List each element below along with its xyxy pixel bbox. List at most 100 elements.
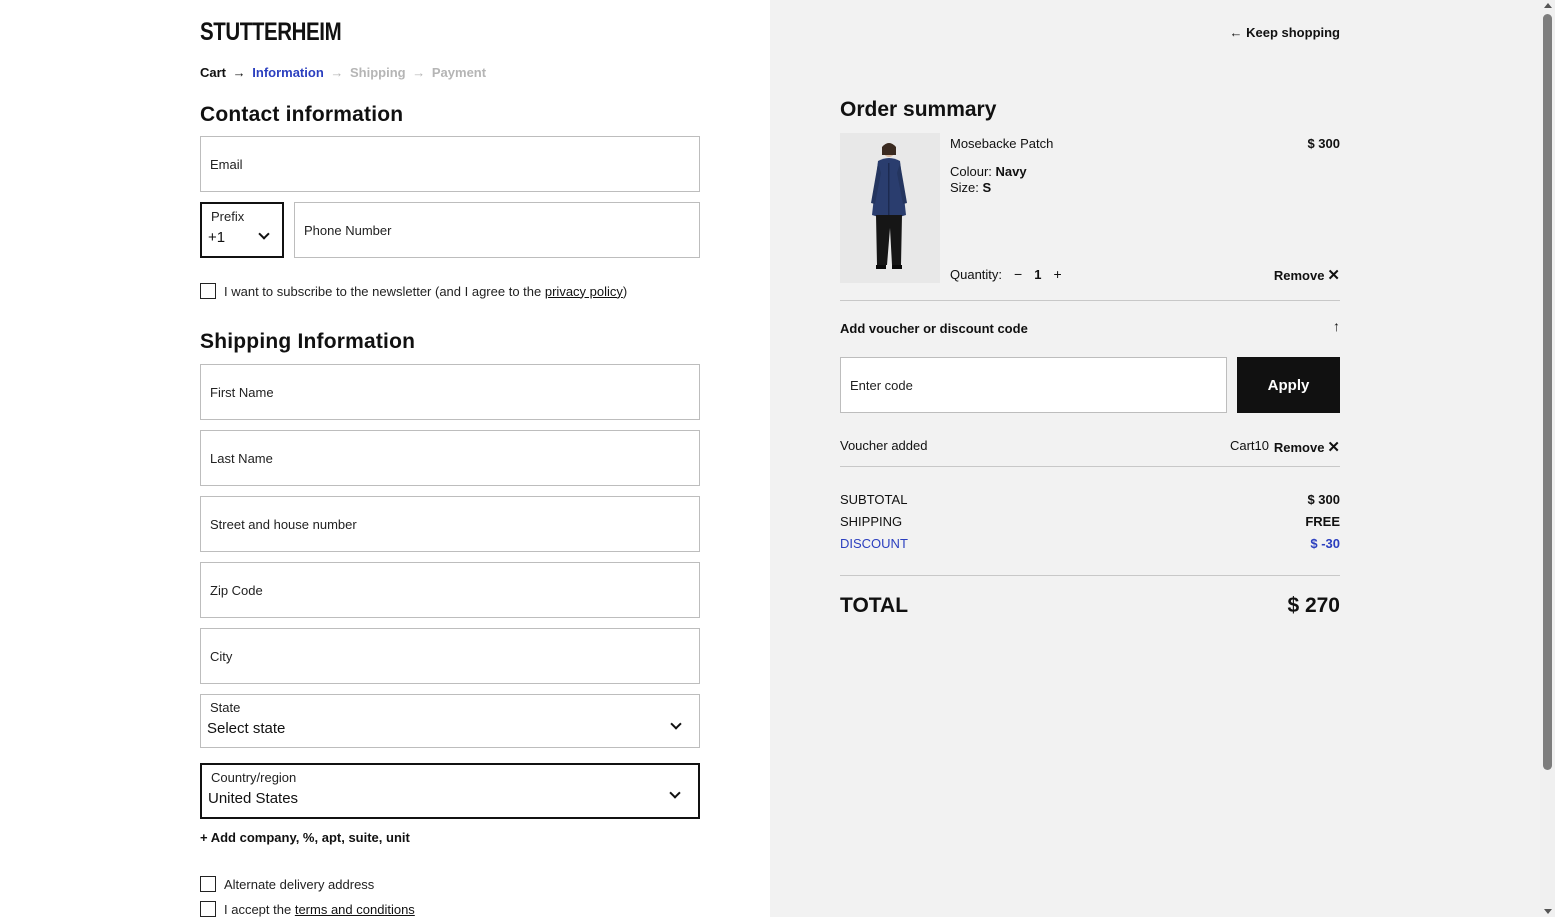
phone-number-field[interactable]: Phone Number xyxy=(294,202,700,258)
page-scrollbar[interactable] xyxy=(1540,0,1555,917)
discount-row: DISCOUNT $ -30 xyxy=(840,536,1340,551)
plus-icon[interactable]: + xyxy=(1053,266,1061,282)
remove-label: Remove xyxy=(1273,267,1325,283)
subtotal-value: $ 300 xyxy=(1307,492,1340,507)
phone-prefix-select[interactable]: Prefix +1 xyxy=(200,202,284,258)
terms-row: I accept the terms and conditions xyxy=(200,901,415,917)
product-photo xyxy=(840,133,940,283)
breadcrumb-arrow-icon: → xyxy=(330,65,344,80)
shipping-row: SHIPPING FREE xyxy=(840,514,1340,529)
shipping-value: FREE xyxy=(1305,514,1340,529)
alternate-delivery-row: Alternate delivery address xyxy=(200,876,374,892)
close-icon: ✕ xyxy=(1327,439,1340,456)
street-placeholder: Street and house number xyxy=(210,517,357,532)
breadcrumb-arrow-icon: → xyxy=(412,65,426,80)
prefix-label: Prefix xyxy=(211,209,245,224)
breadcrumb-shipping: Shipping xyxy=(350,65,406,80)
colour-label: Colour: xyxy=(950,164,992,179)
voucher-code: Cart10 xyxy=(1229,438,1269,453)
zip-placeholder: Zip Code xyxy=(210,583,263,598)
keep-shopping-link[interactable]: ← Keep shopping xyxy=(1230,25,1341,40)
scroll-down-icon[interactable] xyxy=(1544,909,1552,914)
country-label: Country/region xyxy=(211,770,297,785)
breadcrumb: Cart → Information → Shipping → Payment xyxy=(200,65,489,80)
checkout-form-panel: STUTTERHEIM Cart → Information → Shippin… xyxy=(0,0,770,917)
newsletter-checkbox[interactable] xyxy=(200,283,216,299)
city-placeholder: City xyxy=(210,649,233,664)
state-value: Select state xyxy=(207,720,286,737)
scrollbar-thumb[interactable] xyxy=(1543,14,1552,770)
quantity-value: 1 xyxy=(1034,266,1042,282)
remove-voucher-button[interactable]: Remove ✕ xyxy=(1274,438,1340,456)
breadcrumb-cart[interactable]: Cart xyxy=(200,65,226,80)
chevron-down-icon xyxy=(258,228,270,240)
shipping-label: SHIPPING xyxy=(840,514,903,529)
newsletter-close: ) xyxy=(622,283,628,299)
apply-button[interactable]: Apply xyxy=(1237,357,1340,413)
scroll-up-icon[interactable] xyxy=(1544,3,1552,8)
order-summary-panel: ← Keep shopping Order summary Mosebacke … xyxy=(770,0,1540,917)
remove-product-button[interactable]: Remove ✕ xyxy=(1274,266,1340,284)
divider xyxy=(840,575,1340,576)
terms-link[interactable]: terms and conditions xyxy=(295,902,415,917)
state-select[interactable]: State Select state xyxy=(200,694,700,748)
add-company-link[interactable]: + Add company, %, apt, suite, unit xyxy=(200,830,410,845)
quantity-label: Quantity: xyxy=(950,266,1003,282)
product-price: $ 300 xyxy=(1307,136,1340,151)
city-field[interactable]: City xyxy=(200,628,700,684)
arrow-up-icon[interactable]: ↑ xyxy=(1333,318,1340,334)
street-field[interactable]: Street and house number xyxy=(200,496,700,552)
shipping-title: Shipping Information xyxy=(200,330,416,353)
alternate-delivery-label: Alternate delivery address xyxy=(224,876,375,892)
contact-title: Contact information xyxy=(200,103,404,126)
chevron-down-icon xyxy=(670,718,682,730)
subtotal-row: SUBTOTAL $ 300 xyxy=(840,492,1340,507)
size-label: Size: xyxy=(950,180,979,195)
close-icon: ✕ xyxy=(1327,267,1340,284)
divider xyxy=(840,466,1340,467)
email-placeholder: Email xyxy=(210,157,243,172)
product-name[interactable]: Mosebacke Patch xyxy=(950,136,1053,151)
discount-label: DISCOUNT xyxy=(840,536,908,551)
product-colour: Colour: Navy xyxy=(950,164,1027,179)
phone-placeholder: Phone Number xyxy=(304,223,392,238)
product-size: Size: S xyxy=(950,180,991,195)
voucher-placeholder: Enter code xyxy=(850,378,913,393)
email-field[interactable]: Email xyxy=(200,136,700,192)
terms-checkbox[interactable] xyxy=(200,901,216,917)
privacy-policy-link[interactable]: privacy policy xyxy=(545,284,623,299)
total-value: $ 270 xyxy=(1287,594,1340,617)
country-select[interactable]: Country/region United States xyxy=(200,763,700,819)
voucher-toggle[interactable]: Add voucher or discount code xyxy=(840,321,1028,336)
voucher-code-input[interactable]: Enter code xyxy=(840,357,1227,413)
prefix-value: +1 xyxy=(208,229,226,246)
product-image[interactable] xyxy=(840,133,940,283)
country-value: United States xyxy=(208,790,299,807)
breadcrumb-information: Information xyxy=(252,65,324,80)
order-summary-title: Order summary xyxy=(840,98,997,121)
newsletter-row: I want to subscribe to the newsletter (a… xyxy=(200,283,627,299)
brand-logo[interactable]: STUTTERHEIM xyxy=(200,18,342,47)
subtotal-label: SUBTOTAL xyxy=(840,492,908,507)
discount-value: $ -30 xyxy=(1310,536,1340,551)
breadcrumb-arrow-icon: → xyxy=(232,65,246,80)
zip-code-field[interactable]: Zip Code xyxy=(200,562,700,618)
colour-value: Navy xyxy=(995,164,1027,179)
voucher-added-label: Voucher added xyxy=(840,438,928,453)
total-row: TOTAL $ 270 xyxy=(840,594,1340,618)
breadcrumb-payment: Payment xyxy=(431,65,487,80)
last-name-placeholder: Last Name xyxy=(210,451,273,466)
size-value: S xyxy=(982,180,992,195)
chevron-down-icon xyxy=(669,787,681,799)
newsletter-text: I want to subscribe to the newsletter (a… xyxy=(224,283,542,299)
first-name-placeholder: First Name xyxy=(210,385,274,400)
quantity-stepper: Quantity: − 1 + xyxy=(950,266,1062,282)
state-label: State xyxy=(210,700,241,715)
alternate-delivery-checkbox[interactable] xyxy=(200,876,216,892)
last-name-field[interactable]: Last Name xyxy=(200,430,700,486)
remove-label: Remove xyxy=(1273,439,1325,455)
divider xyxy=(840,300,1340,301)
first-name-field[interactable]: First Name xyxy=(200,364,700,420)
minus-icon[interactable]: − xyxy=(1014,266,1022,282)
terms-text: I accept the xyxy=(224,901,292,917)
